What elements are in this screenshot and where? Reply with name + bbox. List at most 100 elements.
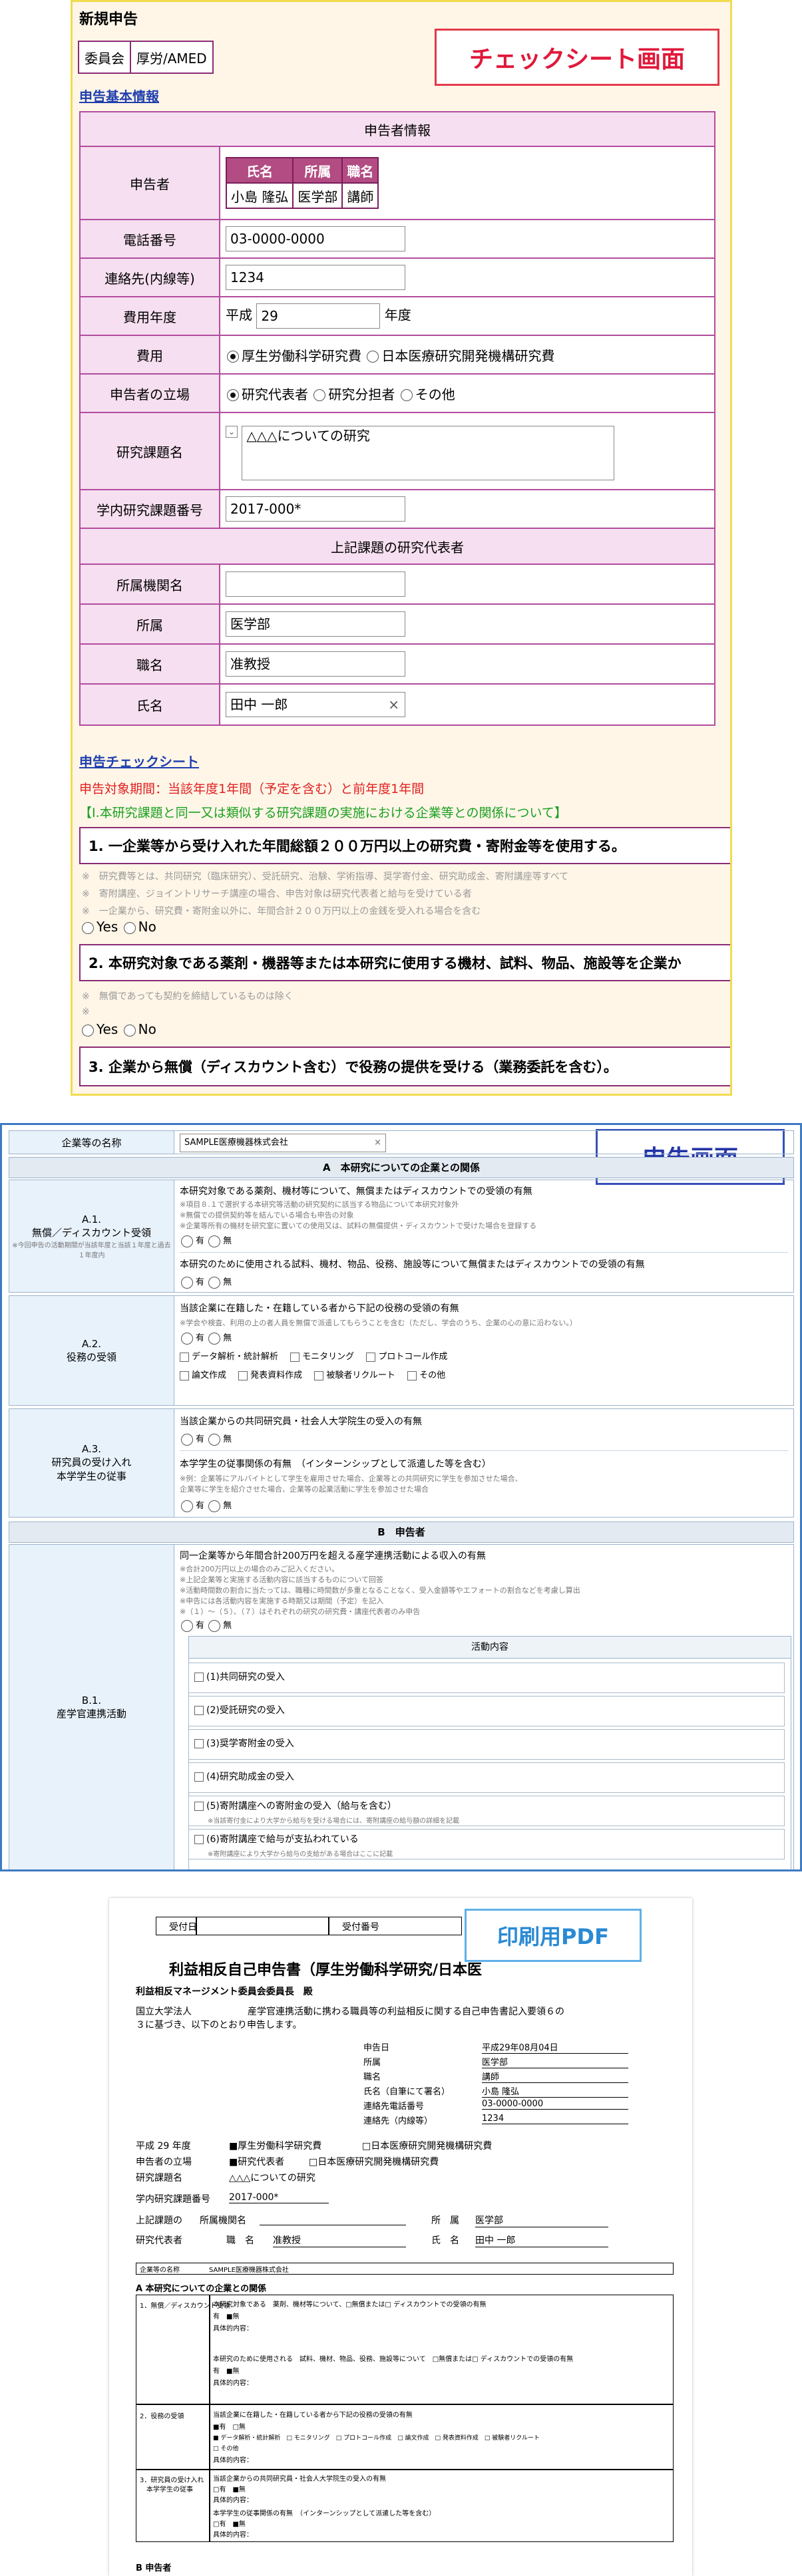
a3-q2-yes-radio[interactable] <box>181 1500 193 1512</box>
expand-icon[interactable]: ⌄ <box>226 426 238 438</box>
company-row: 企業等の名称 SAMPLE医療機器株式会社 × <box>9 1130 794 1154</box>
rep-name-label: 氏名 <box>79 683 220 726</box>
q2-note-1: ※ 無償であっても契約を締結しているものは除く <box>82 991 294 1002</box>
q1-no-radio[interactable] <box>123 921 136 934</box>
a2-check-data[interactable]: データ解析・統計解析 <box>180 1349 278 1362</box>
a1-q2-no-radio[interactable] <box>208 1276 221 1289</box>
a3-q2-no-radio[interactable] <box>208 1500 221 1512</box>
b1-note-1: ※合計200万円以上の場合のみご記入ください。 <box>180 1565 339 1573</box>
a2-check-other[interactable]: その他 <box>407 1368 445 1380</box>
basic-info-link[interactable]: 申告基本情報 <box>79 86 159 105</box>
position-radio-rep[interactable] <box>227 389 239 401</box>
a2-note: ※学会や検査、利用の上の者人員を無償で派遣してもらうことを含む（ただし、学会のう… <box>180 1319 577 1327</box>
a1-q1-yes: 有 <box>196 1236 205 1246</box>
q2-note-2: ※ <box>82 1007 90 1017</box>
cost-radio-amed[interactable] <box>367 351 379 363</box>
a3-q1-no-radio[interactable] <box>208 1433 221 1446</box>
rep-org-input[interactable] <box>226 571 405 597</box>
position-option-rep: 研究代表者 <box>242 386 308 402</box>
a3-q1: 当該企業からの共同研究員・社会人大学院生の受入の有無 <box>180 1416 422 1427</box>
company-value: SAMPLE医療機器株式会社 <box>184 1138 288 1148</box>
rep-name-input[interactable]: 田中 一郎 × <box>226 692 405 717</box>
a3-q1-yes-radio[interactable] <box>181 1433 193 1446</box>
activity-1[interactable]: (1)共同研究の受入 <box>188 1663 785 1693</box>
pdf-title-label: 研究課題名 <box>136 2173 182 2183</box>
pdf-title-value: △△△についての研究 <box>229 2173 315 2183</box>
section-i-title: 【I.本研究課題と同一又は類似する研究課題の実施における企業等との関係について】 <box>79 806 567 820</box>
checkbox-icon <box>366 1352 376 1362</box>
applicant-form: 申告者情報 申告者 氏名 所属 職名 小島 隆弘 医学部 講師 電話番号 03-… <box>79 111 715 726</box>
b1-name: 産学官連携活動 <box>56 1707 126 1720</box>
pdf-r2-yes: 有 <box>219 2424 226 2431</box>
pdf-rep-label: 上記課題の <box>136 2215 182 2226</box>
pdf-position-1: ■研究代表者 <box>229 2157 285 2168</box>
rep-dept-input[interactable]: 医学部 <box>226 611 405 637</box>
b1-yes-radio[interactable] <box>181 1619 193 1632</box>
pdf-r3-q2-yes: 有 <box>219 2521 226 2528</box>
a1-q1-yes-radio[interactable] <box>181 1235 193 1247</box>
pdf-r3-q2-no: 無 <box>238 2521 246 2528</box>
a2-yes-radio[interactable] <box>181 1332 193 1345</box>
pdf-field-value: 医学部 <box>482 2055 628 2068</box>
pdf-org-label: 所属機関名 <box>200 2215 246 2226</box>
research-title-textarea[interactable]: △△△についての研究 <box>242 426 615 480</box>
checkbox-icon <box>314 1370 324 1380</box>
a2-check-recruit[interactable]: 被験者リクルート <box>314 1368 395 1380</box>
applicant-label: 申告者 <box>79 146 220 220</box>
pdf-company-label: 企業等の名称 <box>140 2267 180 2274</box>
pdf-r1-q2-yes: 有 <box>213 2368 220 2375</box>
a2-no-radio[interactable] <box>208 1332 221 1345</box>
a2-check-monitor[interactable]: モニタリング <box>290 1349 354 1362</box>
company-input[interactable]: SAMPLE医療機器株式会社 × <box>180 1134 386 1152</box>
a3-q1-answer: 有 無 <box>180 1432 232 1446</box>
internal-no-input[interactable]: 2017-000* <box>226 496 405 522</box>
a1-q1-no-radio[interactable] <box>208 1235 221 1247</box>
year-input[interactable]: 29 <box>256 303 381 329</box>
q1-yes-radio[interactable] <box>82 921 94 934</box>
rep-title-input[interactable]: 准教授 <box>226 651 405 677</box>
checksheet-link[interactable]: 申告チェックシート <box>79 751 199 770</box>
pdf-r3-q1-no: 無 <box>238 2486 246 2494</box>
a3-q1-no: 無 <box>223 1434 232 1444</box>
extension-input[interactable]: 1234 <box>226 265 405 290</box>
company-clear-icon[interactable]: × <box>374 1134 381 1152</box>
position-radio-sub[interactable] <box>313 389 326 401</box>
activity-6[interactable]: (6)寄附講座で給与が支払われている ※寄附講座により大学から給与の支給がある場合… <box>188 1829 785 1859</box>
activity-6-label: (6)寄附講座で給与が支払われている <box>206 1834 359 1845</box>
pdf-intro-1: 国立大学法人 産学官連携活動に携わる職員等の利益相反に関する自己申告書記入要領６… <box>136 2007 564 2017</box>
phone-input[interactable]: 03-0000-0000 <box>226 226 405 251</box>
a2-check-slides[interactable]: 発表資料作成 <box>238 1368 302 1380</box>
pdf-r3-q1-answer: □有 ■無 <box>213 2486 246 2494</box>
pdf-field-label: 職名 <box>363 2072 381 2082</box>
pdf-r1-q1-yes: 有 <box>213 2313 220 2321</box>
clear-icon[interactable]: × <box>388 693 399 717</box>
pdf-cost-2: □日本医療研究開発機構研究費 <box>362 2141 493 2152</box>
cost-radio-mhlw[interactable] <box>227 351 239 363</box>
pdf-r1-q1-detail: 具体的内容： <box>213 2325 253 2333</box>
q2-yes-radio[interactable] <box>82 1024 94 1037</box>
q2-no-radio[interactable] <box>123 1024 136 1037</box>
a3-name-2: 本学学生の従事 <box>56 1470 126 1482</box>
pdf-no-value: 2017-000* <box>229 2192 329 2203</box>
year-label: 費用年度 <box>79 296 220 336</box>
a2-check-paper[interactable]: 論文作成 <box>180 1368 226 1380</box>
activity-4[interactable]: (4)研究助成金の受入 <box>188 1762 785 1793</box>
a3-divider <box>180 1450 788 1451</box>
activity-5[interactable]: (5)寄附講座への寄附金の受入（給与を含む） ※当該寄付金により大学から給与を受け… <box>188 1796 785 1826</box>
checkbox-icon <box>407 1370 417 1380</box>
activity-2[interactable]: (2)受託研究の受入 <box>188 1696 785 1726</box>
pdf-r2-q: 当該企業に在籍した・在籍している者から下記の役務の受領の有無 <box>213 2412 413 2419</box>
position-radio-other[interactable] <box>400 389 413 401</box>
a3-label: A.3. 研究員の受け入れ 本学学生の従事 <box>9 1409 174 1517</box>
a1-q2-yes-radio[interactable] <box>181 1276 193 1289</box>
activity-1-label: (1)共同研究の受入 <box>206 1672 285 1683</box>
rep-dept-label: 所属 <box>79 603 220 645</box>
a1-name: 無償／ディスカウント受領 <box>32 1226 151 1239</box>
pdf-dept-value: 医学部 <box>475 2213 608 2227</box>
a2-check-protocol[interactable]: プロトコール作成 <box>366 1349 447 1362</box>
a1-q1-note-1: ※項目８.１で選択する本研究等活動の研究契約に該当する物品について本研究対象外 <box>180 1200 459 1209</box>
b1-no-radio[interactable] <box>208 1619 221 1632</box>
activity-3[interactable]: (3)奨学寄附金の受入 <box>188 1729 785 1760</box>
pdf-r3-label: 3．研究員の受け入れ <box>140 2477 204 2484</box>
checkbox-icon <box>194 1739 204 1748</box>
